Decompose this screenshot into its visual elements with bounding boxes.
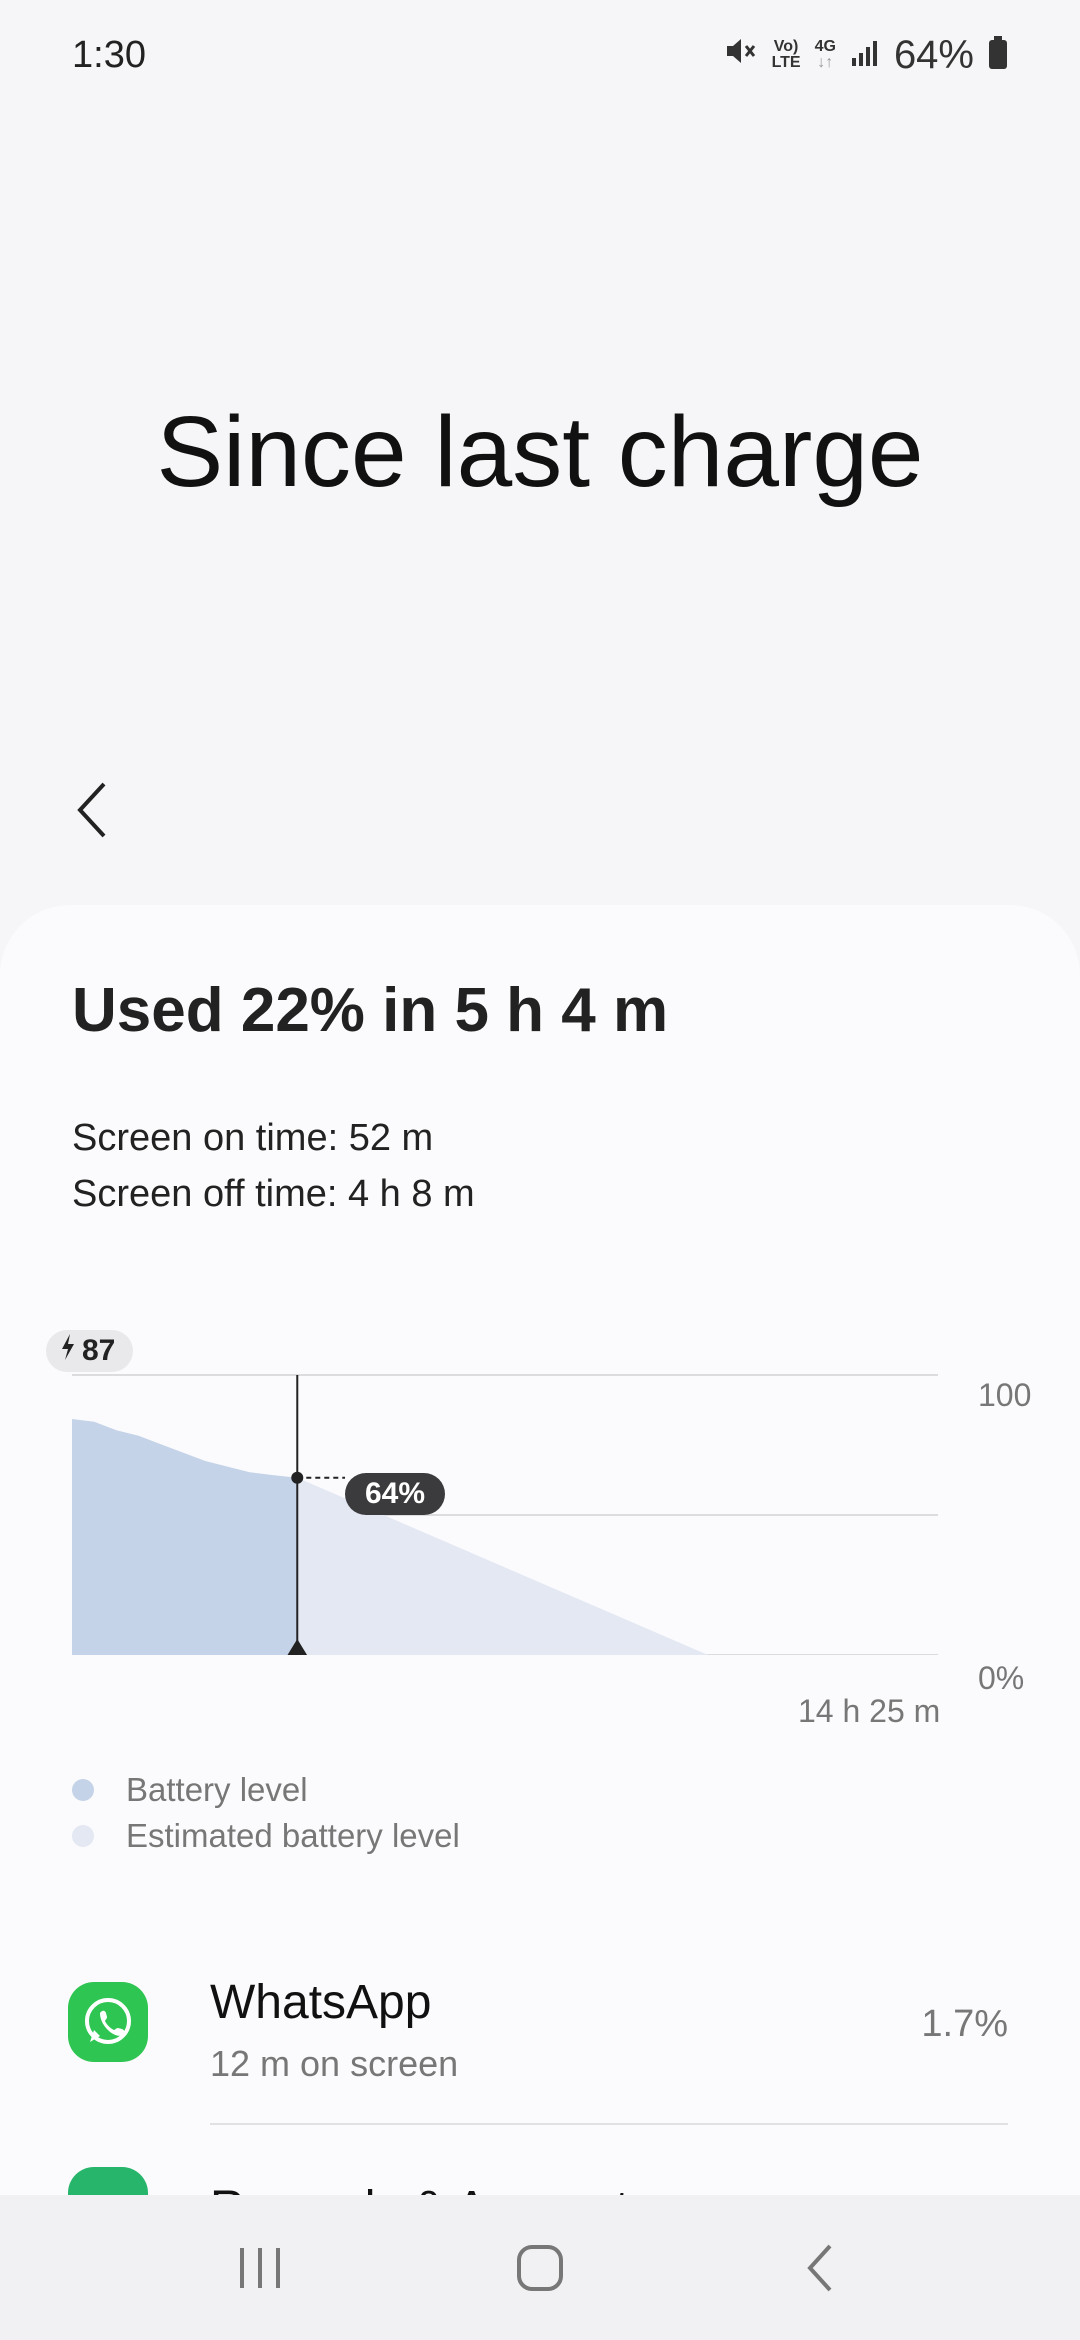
home-icon <box>517 2244 563 2291</box>
app-usage-row-whatsapp[interactable]: WhatsApp 12 m on screen 1.7% <box>0 1945 1080 2115</box>
status-bar: 1:30 Vo) LTE 4G ↓↑ 64% <box>0 0 1080 110</box>
navigation-bar <box>0 2195 1080 2340</box>
charge-start-level: 87 <box>82 1334 116 1367</box>
nav-back-button[interactable] <box>760 2218 880 2318</box>
legend-label-actual: Battery level <box>126 1771 308 1808</box>
chart-legend: Battery level Estimated battery level <box>72 1767 460 1859</box>
y-tick-0: 0% <box>978 1660 1025 1696</box>
app-name: WhatsApp <box>210 1976 432 2029</box>
recent-apps-icon <box>240 2247 280 2288</box>
status-time: 1:30 <box>72 33 146 76</box>
legend-dot-estimated <box>72 1825 94 1847</box>
battery-chart[interactable] <box>0 1325 1080 1655</box>
back-icon <box>807 2244 832 2291</box>
app-usage-percent: 1.7% <box>921 2003 1008 2045</box>
home-button[interactable] <box>480 2218 600 2318</box>
app-screen-time: 12 m on screen <box>210 2043 459 2084</box>
charge-start-badge: 87 <box>46 1330 134 1372</box>
legend-label-estimated: Estimated battery level <box>126 1817 460 1854</box>
divider <box>210 2123 1008 2125</box>
status-icons: Vo) LTE 4G ↓↑ 64% <box>724 33 1008 78</box>
series-actual-area <box>72 1419 298 1655</box>
y-tick-100: 100 <box>978 1377 1032 1413</box>
lightning-icon <box>60 1334 76 1368</box>
volte-icon: Vo) LTE <box>771 38 801 71</box>
signal-icon <box>850 38 880 73</box>
chevron-left-icon <box>77 782 106 838</box>
battery-percent: 64% <box>893 32 974 77</box>
battery-card: Used 22% in 5 h 4 m Screen on time: 52 m… <box>0 905 1080 2207</box>
page-title: Since last charge <box>156 396 924 508</box>
legend-item-actual: Battery level <box>72 1767 460 1813</box>
legend-item-estimated: Estimated battery level <box>72 1813 460 1859</box>
screen-off-time: Screen off time: 4 h 8 m <box>72 1173 475 1215</box>
usage-summary: Used 22% in 5 h 4 m <box>72 976 669 1045</box>
back-button[interactable] <box>62 770 122 850</box>
current-level-badge: 64% <box>345 1473 445 1515</box>
battery-icon <box>988 35 1008 75</box>
whatsapp-icon <box>68 1982 148 2062</box>
legend-dot-actual <box>72 1779 94 1801</box>
x-end-label: 14 h 25 m <box>798 1693 941 1729</box>
recent-apps-button[interactable] <box>200 2218 320 2318</box>
network-4g-icon: 4G ↓↑ <box>814 38 836 71</box>
screen-on-time: Screen on time: 52 m <box>72 1117 434 1159</box>
mute-icon <box>724 35 758 75</box>
